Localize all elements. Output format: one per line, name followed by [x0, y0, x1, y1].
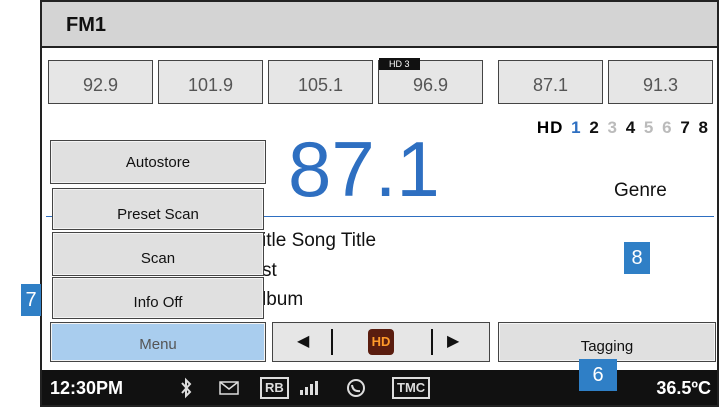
hd-channel-indicator: HD 1 2 3 4 5 6 7 8 [535, 118, 709, 138]
preset-button-2[interactable]: 101.9 [158, 60, 263, 104]
hd-channel-6[interactable]: 6 [662, 118, 672, 137]
genre-label: Genre [614, 180, 667, 201]
hd-channel-8[interactable]: 8 [699, 118, 709, 137]
hd-prefix: HD [536, 118, 564, 137]
hd-channel-4[interactable]: 4 [626, 118, 636, 137]
separator [431, 329, 433, 355]
clock-text: 12:30PM [50, 378, 124, 398]
hd-channel-5[interactable]: 5 [644, 118, 654, 137]
callout-6: 6 [579, 359, 617, 391]
preset-scan-button[interactable]: Preset Scan [52, 188, 264, 230]
preset-bar: 92.9 101.9 105.1 HD 3 96.9 87.1 91.3 [48, 58, 716, 106]
callout-8: 8 [624, 242, 650, 274]
bluetooth-icon [178, 377, 194, 399]
phone-icon [344, 377, 368, 399]
current-frequency: 87.1 [288, 125, 440, 213]
artist-text: st [262, 260, 277, 281]
signal-strength-icon [298, 377, 322, 399]
menu-button[interactable]: Menu [50, 322, 266, 362]
tmc-icon: TMC [392, 377, 431, 399]
title-bar: FM1 [42, 2, 717, 48]
hd-channel-3[interactable]: 3 [608, 118, 618, 137]
preset-button-6[interactable]: 91.3 [608, 60, 713, 104]
scan-button[interactable]: Scan [52, 232, 264, 276]
album-text: lbum [262, 289, 304, 310]
hd-channel-2[interactable]: 2 [589, 118, 599, 137]
hd-tag: HD 3 [379, 58, 420, 70]
message-icon [218, 377, 240, 399]
autostore-button[interactable]: Autostore [50, 140, 266, 184]
preset-button-5[interactable]: 87.1 [498, 60, 603, 104]
seek-forward-button[interactable]: ▶ [447, 331, 459, 351]
temperature-text: 36.5ºC [656, 378, 711, 398]
hd-channel-1[interactable]: 1 [571, 118, 581, 137]
preset-button-4[interactable]: HD 3 96.9 [378, 58, 483, 104]
rds-icon: RB [260, 377, 289, 399]
seek-control: ◀ HD ▶ [272, 322, 490, 362]
separator [331, 329, 333, 355]
preset-button-3[interactable]: 105.1 [268, 60, 373, 104]
hd-channel-7[interactable]: 7 [680, 118, 690, 137]
tagging-button[interactable]: Tagging [498, 322, 716, 362]
radio-screen: FM1 92.9 101.9 105.1 HD 3 96.9 87.1 91.3… [40, 0, 719, 407]
seek-back-button[interactable]: ◀ [297, 331, 309, 351]
hd-radio-icon[interactable]: HD [368, 329, 394, 355]
info-off-button[interactable]: Info Off [52, 277, 264, 319]
band-title: FM1 [66, 14, 106, 36]
preset-button-1[interactable]: 92.9 [48, 60, 153, 104]
song-title-text: itle Song Title [262, 230, 377, 251]
callout-7: 7 [21, 284, 41, 316]
